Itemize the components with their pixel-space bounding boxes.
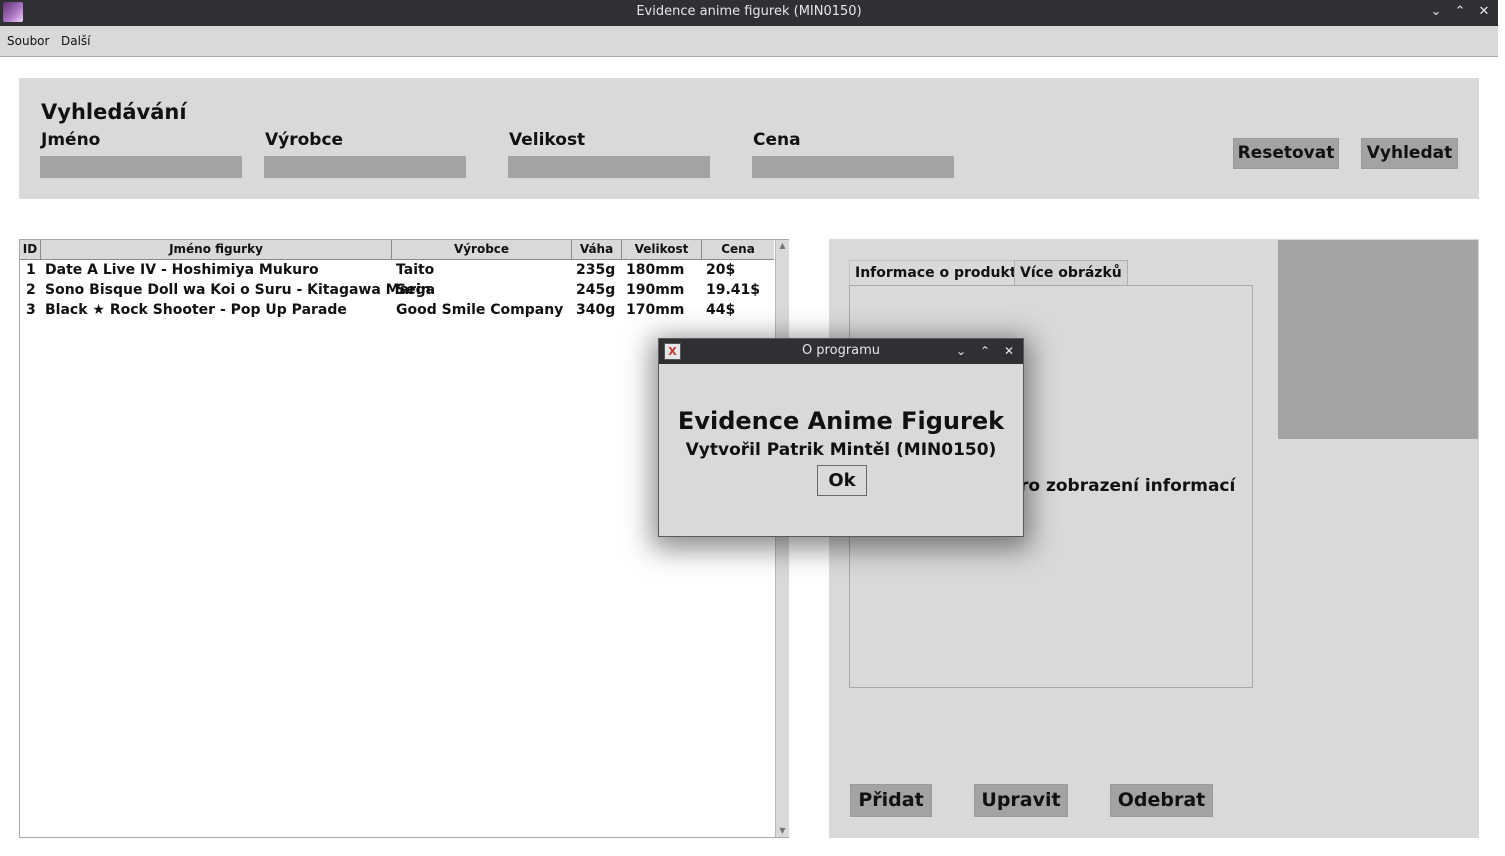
- table-header: ID Jméno figurky Výrobce Váha Velikost C…: [20, 240, 774, 260]
- product-image: [1278, 240, 1478, 439]
- cell-weight: 235g: [576, 262, 616, 278]
- info-placeholder-text: ro zobrazení informací: [1020, 476, 1236, 496]
- name-label: Jméno: [41, 130, 101, 150]
- tab-product-info[interactable]: Informace o produktu: [849, 260, 1033, 285]
- search-panel: Vyhledávání Jméno Výrobce Velikost Cena …: [19, 78, 1479, 199]
- figures-table[interactable]: ID Jméno figurky Výrobce Váha Velikost C…: [19, 239, 789, 838]
- menu-dalsi[interactable]: Další: [61, 34, 91, 48]
- column-header-id[interactable]: ID: [20, 240, 41, 260]
- menubar: Soubor Další: [0, 26, 1498, 57]
- remove-button[interactable]: Odebrat: [1110, 784, 1213, 817]
- manufacturer-field[interactable]: [264, 156, 466, 178]
- cell-id: 3: [26, 302, 36, 318]
- cell-price: 44$: [706, 302, 736, 318]
- cell-id: 1: [26, 262, 36, 278]
- table-row[interactable]: 3 Black ★ Rock Shooter - Pop Up Parade G…: [20, 300, 774, 320]
- dialog-author: Vytvořil Patrik Mintěl (MIN0150): [685, 440, 997, 460]
- edit-button[interactable]: Upravit: [974, 784, 1068, 817]
- cell-name: Black ★ Rock Shooter - Pop Up Parade: [45, 302, 347, 318]
- search-button[interactable]: Vyhledat: [1361, 138, 1458, 169]
- window-edge: [1498, 0, 1505, 856]
- column-header-manufacturer[interactable]: Výrobce: [392, 240, 572, 260]
- window-title: Evidence anime figurek (MIN0150): [636, 4, 862, 19]
- dialog-minimize-icon[interactable]: ⌄: [952, 342, 970, 360]
- table-row[interactable]: 2 Sono Bisque Doll wa Koi o Suru - Kitag…: [20, 280, 774, 300]
- cell-price: 19.41$: [706, 282, 761, 298]
- cell-weight: 340g: [576, 302, 616, 318]
- window-titlebar: Evidence anime figurek (MIN0150) ⌄ ⌃ ✕: [0, 0, 1498, 26]
- dialog-close-icon[interactable]: ✕: [1000, 342, 1018, 360]
- column-header-price[interactable]: Cena: [702, 240, 774, 260]
- cell-name: Sono Bisque Doll wa Koi o Suru - Kitagaw…: [45, 282, 431, 298]
- scroll-down-icon[interactable]: ▼: [777, 826, 788, 836]
- name-field[interactable]: [40, 156, 242, 178]
- add-button[interactable]: Přidat: [850, 784, 932, 817]
- cell-id: 2: [26, 282, 36, 298]
- minimize-icon[interactable]: ⌄: [1427, 3, 1445, 21]
- price-label: Cena: [753, 130, 801, 150]
- scroll-up-icon[interactable]: ▲: [777, 241, 788, 251]
- size-field[interactable]: [508, 156, 710, 178]
- cell-size: 170mm: [626, 302, 685, 318]
- price-field[interactable]: [752, 156, 954, 178]
- manufacturer-label: Výrobce: [265, 130, 344, 150]
- tab-more-images[interactable]: Více obrázků: [1014, 260, 1128, 285]
- size-label: Velikost: [509, 130, 586, 150]
- cell-manufacturer: Sega: [396, 282, 436, 298]
- detail-panel: Informace o produktu Více obrázků ro zob…: [829, 239, 1479, 838]
- about-dialog: X O programu ⌄ ⌃ ✕ Evidence Anime Figure…: [658, 338, 1024, 537]
- column-header-size[interactable]: Velikost: [622, 240, 702, 260]
- dialog-heading: Evidence Anime Figurek: [677, 407, 1005, 435]
- reset-button[interactable]: Resetovat: [1233, 138, 1339, 169]
- cell-name: Date A Live IV - Hoshimiya Mukuro: [45, 262, 319, 278]
- menu-soubor[interactable]: Soubor: [7, 34, 49, 48]
- cell-size: 180mm: [626, 262, 685, 278]
- search-title: Vyhledávání: [41, 100, 187, 124]
- column-header-name[interactable]: Jméno figurky: [41, 240, 392, 260]
- dialog-maximize-icon[interactable]: ⌃: [976, 342, 994, 360]
- cell-weight: 245g: [576, 282, 616, 298]
- maximize-icon[interactable]: ⌃: [1451, 3, 1469, 21]
- column-header-weight[interactable]: Váha: [572, 240, 622, 260]
- close-icon[interactable]: ✕: [1475, 3, 1493, 21]
- cell-price: 20$: [706, 262, 736, 278]
- table-scrollbar[interactable]: ▲ ▼: [775, 240, 789, 837]
- cell-size: 190mm: [626, 282, 685, 298]
- dialog-titlebar: X O programu ⌄ ⌃ ✕: [659, 339, 1023, 364]
- cell-manufacturer: Good Smile Company: [396, 302, 564, 318]
- table-row[interactable]: 1 Date A Live IV - Hoshimiya Mukuro Tait…: [20, 260, 774, 280]
- ok-button[interactable]: Ok: [817, 465, 867, 496]
- cell-manufacturer: Taito: [396, 262, 435, 278]
